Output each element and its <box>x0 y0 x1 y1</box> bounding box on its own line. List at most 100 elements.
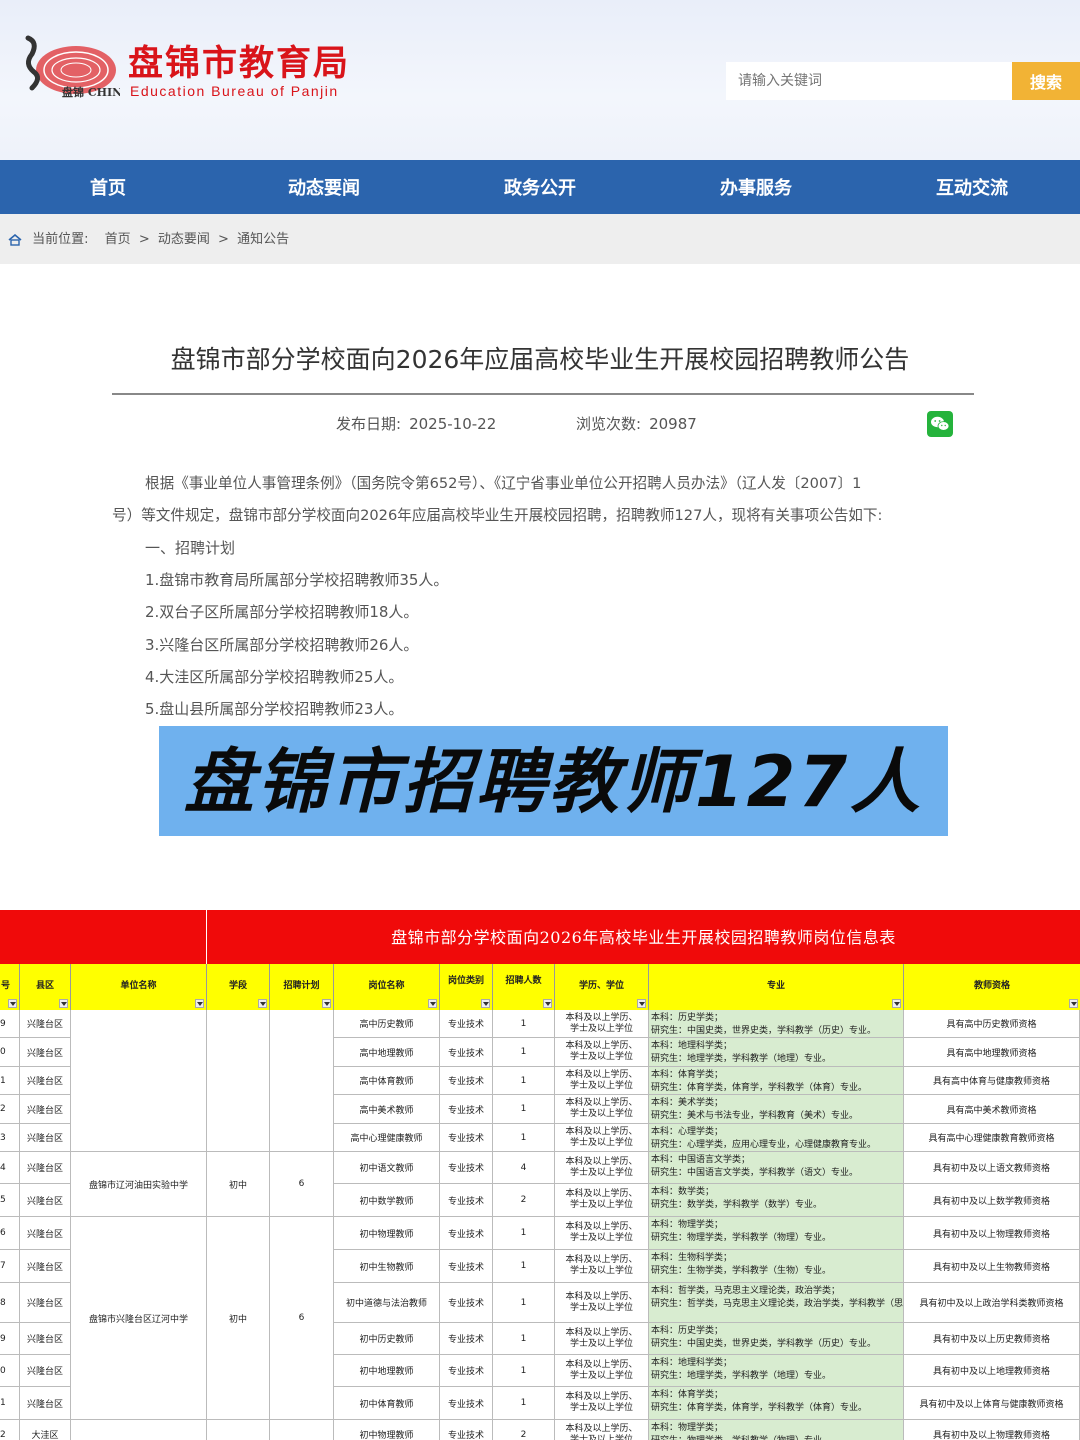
table-cell-cert[interactable]: 具有初中及以上物理教师资格 <box>904 1217 1080 1250</box>
table-cell-no[interactable]: 2 <box>0 1420 20 1440</box>
filter-dropdown-icon[interactable] <box>892 999 901 1008</box>
table-cell-type[interactable]: 专业技术 <box>440 1217 493 1250</box>
table-cell-count[interactable]: 1 <box>493 1283 555 1323</box>
table-cell-count[interactable]: 1 <box>493 1355 555 1387</box>
table-cell-count[interactable]: 1 <box>493 1095 555 1124</box>
table-cell-cert[interactable]: 具有高中美术教师资格 <box>904 1095 1080 1124</box>
table-cell-education[interactable]: 本科及以上学历、 学士及以上学位 <box>555 1184 649 1217</box>
table-cell-education[interactable]: 本科及以上学历、 学士及以上学位 <box>555 1387 649 1420</box>
filter-dropdown-icon[interactable] <box>195 999 204 1008</box>
table-cell-type[interactable]: 专业技术 <box>440 1184 493 1217</box>
col-header-type[interactable]: 岗位类别 <box>440 964 493 1010</box>
table-cell-district[interactable]: 兴隆台区 <box>20 1387 71 1420</box>
filter-dropdown-icon[interactable] <box>637 999 646 1008</box>
table-cell-no[interactable]: 8 <box>0 1283 20 1323</box>
table-cell-district[interactable]: 兴隆台区 <box>20 1323 71 1355</box>
table-cell-major[interactable]: 本科：物理学类； 研究生：物理学类，学科教学（物理）专业。 <box>649 1217 904 1250</box>
table-cell-type[interactable]: 专业技术 <box>440 1420 493 1440</box>
table-cell-count[interactable]: 1 <box>493 1250 555 1283</box>
table-cell-education[interactable]: 本科及以上学历、 学士及以上学位 <box>555 1355 649 1387</box>
table-cell-cert[interactable]: 具有初中及以上地理教师资格 <box>904 1355 1080 1387</box>
table-cell-post[interactable]: 高中体育教师 <box>334 1067 440 1095</box>
filter-dropdown-icon[interactable] <box>428 999 437 1008</box>
table-cell-unit[interactable]: 盘锦市兴隆台区辽河中学 <box>71 1217 207 1420</box>
col-header-count[interactable]: 招聘人数 <box>493 964 555 1010</box>
table-cell-education[interactable]: 本科及以上学历、 学士及以上学位 <box>555 1217 649 1250</box>
table-cell-plan[interactable]: 6 <box>270 1152 334 1217</box>
table-cell-no[interactable]: 9 <box>0 1010 20 1038</box>
table-cell-cert[interactable]: 具有初中及以上体育与健康教师资格 <box>904 1387 1080 1420</box>
table-cell-cert[interactable]: 具有高中历史教师资格 <box>904 1010 1080 1038</box>
table-cell-count[interactable]: 1 <box>493 1124 555 1152</box>
table-cell-no[interactable]: 0 <box>0 1038 20 1067</box>
table-cell-type[interactable]: 专业技术 <box>440 1124 493 1152</box>
table-cell-major[interactable]: 本科：生物科学类； 研究生：生物学类，学科教学（生物）专业。 <box>649 1250 904 1283</box>
filter-dropdown-icon[interactable] <box>8 999 17 1008</box>
table-cell-district[interactable]: 兴隆台区 <box>20 1124 71 1152</box>
table-cell-post[interactable]: 初中物理教师 <box>334 1420 440 1440</box>
table-cell-district[interactable]: 兴隆台区 <box>20 1283 71 1323</box>
table-cell-no[interactable]: 7 <box>0 1250 20 1283</box>
table-cell-type[interactable]: 专业技术 <box>440 1095 493 1124</box>
table-cell-post[interactable]: 初中地理教师 <box>334 1355 440 1387</box>
table-cell-count[interactable]: 1 <box>493 1387 555 1420</box>
table-cell-major[interactable]: 本科：历史学类； 研究生：中国史类，世界史类，学科教学（历史）专业。 <box>649 1010 904 1038</box>
table-cell-stage[interactable]: 初中 <box>207 1152 270 1217</box>
table-cell-count[interactable]: 4 <box>493 1152 555 1184</box>
table-cell-post[interactable]: 初中历史教师 <box>334 1323 440 1355</box>
nav-item-gov-affairs[interactable]: 政务公开 <box>432 160 648 214</box>
filter-dropdown-icon[interactable] <box>258 999 267 1008</box>
table-cell-no[interactable]: 0 <box>0 1355 20 1387</box>
table-cell-count[interactable]: 2 <box>493 1420 555 1440</box>
table-cell-cert[interactable]: 具有初中及以上数学教师资格 <box>904 1184 1080 1217</box>
col-header-plan[interactable]: 招聘计划 <box>270 964 334 1010</box>
table-cell-post[interactable]: 初中体育教师 <box>334 1387 440 1420</box>
table-cell-post[interactable]: 高中地理教师 <box>334 1038 440 1067</box>
table-cell-education[interactable]: 本科及以上学历、 学士及以上学位 <box>555 1010 649 1038</box>
table-cell-education[interactable]: 本科及以上学历、 学士及以上学位 <box>555 1095 649 1124</box>
search-button[interactable]: 搜索 <box>1012 62 1080 100</box>
table-cell-major[interactable]: 本科：体育学类； 研究生：体育学类，体育学，学科教学（体育）专业。 <box>649 1067 904 1095</box>
table-cell-district[interactable]: 兴隆台区 <box>20 1217 71 1250</box>
col-header-cert[interactable]: 教师资格 <box>904 964 1080 1010</box>
table-cell-education[interactable]: 本科及以上学历、 学士及以上学位 <box>555 1067 649 1095</box>
table-cell-post[interactable]: 初中数学教师 <box>334 1184 440 1217</box>
breadcrumb-home[interactable]: 首页 <box>105 232 131 247</box>
filter-dropdown-icon[interactable] <box>322 999 331 1008</box>
table-cell-unit[interactable] <box>71 1420 207 1440</box>
table-cell-type[interactable]: 专业技术 <box>440 1067 493 1095</box>
table-cell-no[interactable]: 9 <box>0 1323 20 1355</box>
search-input[interactable] <box>726 62 1012 100</box>
filter-dropdown-icon[interactable] <box>543 999 552 1008</box>
table-cell-type[interactable]: 专业技术 <box>440 1387 493 1420</box>
table-cell-type[interactable]: 专业技术 <box>440 1152 493 1184</box>
nav-item-interaction[interactable]: 互动交流 <box>864 160 1080 214</box>
table-cell-unit[interactable]: 盘锦市辽河油田实验中学 <box>71 1152 207 1217</box>
table-cell-major[interactable]: 本科：心理学类； 研究生：心理学类，应用心理专业，心理健康教育专业。 <box>649 1124 904 1152</box>
table-cell-district[interactable]: 兴隆台区 <box>20 1152 71 1184</box>
table-cell-major[interactable]: 本科：地理科学类； 研究生：地理学类，学科教学（地理）专业。 <box>649 1038 904 1067</box>
table-cell-post[interactable]: 初中语文教师 <box>334 1152 440 1184</box>
table-cell-unit[interactable] <box>71 1010 207 1152</box>
table-cell-education[interactable]: 本科及以上学历、 学士及以上学位 <box>555 1250 649 1283</box>
table-cell-district[interactable]: 兴隆台区 <box>20 1038 71 1067</box>
col-header-major[interactable]: 专业 <box>649 964 904 1010</box>
table-cell-cert[interactable]: 具有初中及以上语文教师资格 <box>904 1152 1080 1184</box>
table-cell-major[interactable]: 本科：地理科学类； 研究生：地理学类，学科教学（地理）专业。 <box>649 1355 904 1387</box>
nav-item-news[interactable]: 动态要闻 <box>216 160 432 214</box>
table-cell-district[interactable]: 兴隆台区 <box>20 1010 71 1038</box>
table-cell-count[interactable]: 1 <box>493 1217 555 1250</box>
table-cell-no[interactable]: 2 <box>0 1095 20 1124</box>
table-cell-education[interactable]: 本科及以上学历、 学士及以上学位 <box>555 1283 649 1323</box>
table-cell-post[interactable]: 高中美术教师 <box>334 1095 440 1124</box>
table-cell-type[interactable]: 专业技术 <box>440 1250 493 1283</box>
table-cell-district[interactable]: 兴隆台区 <box>20 1355 71 1387</box>
table-cell-education[interactable]: 本科及以上学历、 学士及以上学位 <box>555 1323 649 1355</box>
table-cell-post[interactable]: 初中道德与法治教师 <box>334 1283 440 1323</box>
table-cell-no[interactable]: 5 <box>0 1184 20 1217</box>
col-header-no[interactable]: 号 <box>0 964 20 1010</box>
table-cell-post[interactable]: 初中生物教师 <box>334 1250 440 1283</box>
table-cell-type[interactable]: 专业技术 <box>440 1355 493 1387</box>
panjin-logo-icon[interactable]: 盘锦 CHINA <box>10 30 120 104</box>
filter-dropdown-icon[interactable] <box>481 999 490 1008</box>
